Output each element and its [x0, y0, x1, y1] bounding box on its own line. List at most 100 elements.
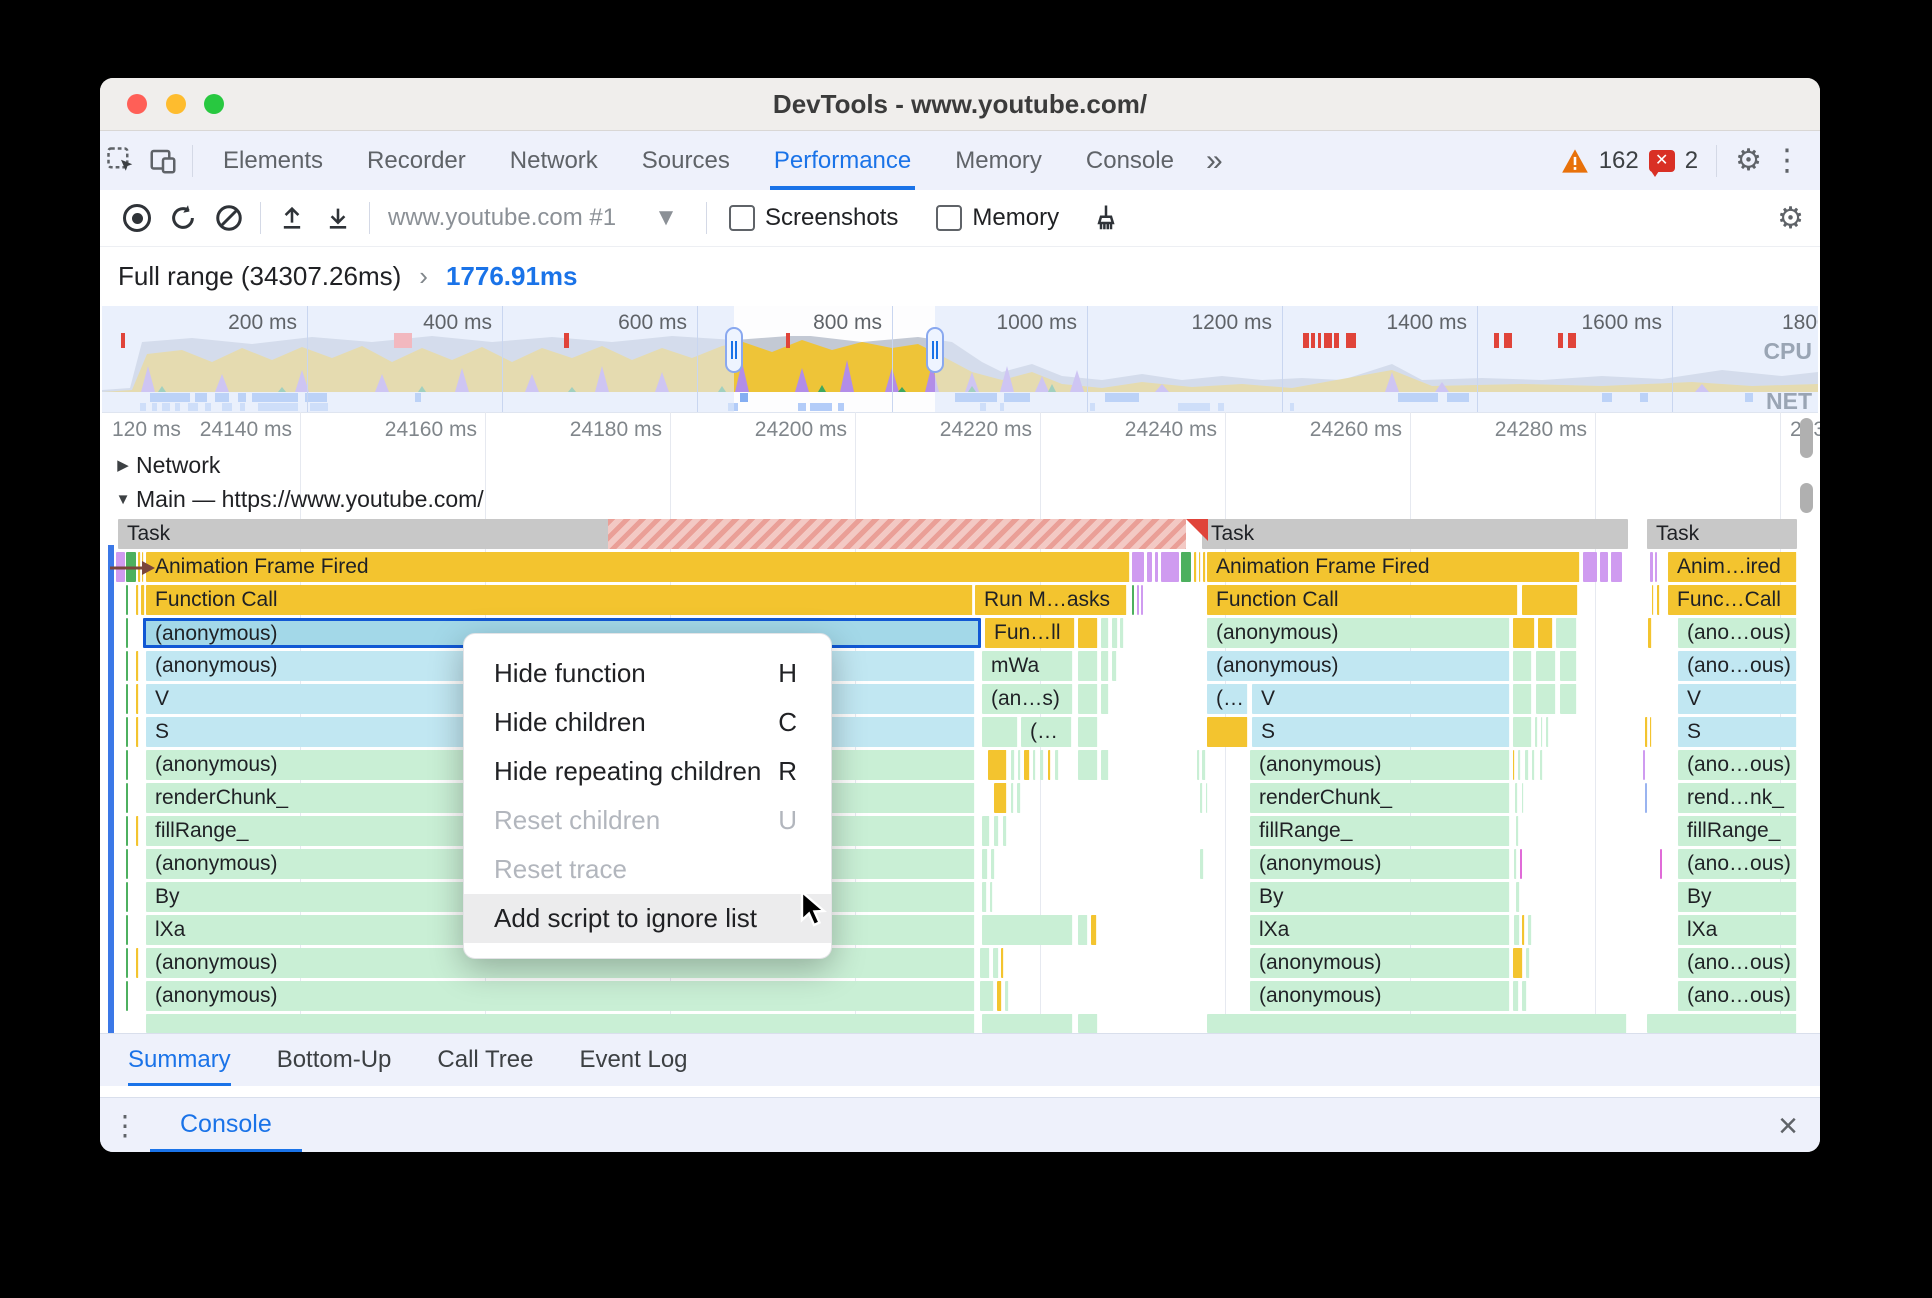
flame-bar-sliver[interactable]	[1078, 717, 1098, 747]
flame-bar-sliver[interactable]	[1513, 948, 1523, 978]
flame-bar-sliver[interactable]	[1522, 585, 1578, 615]
flame-bar-sliver[interactable]	[1207, 1014, 1627, 1033]
flame-bar[interactable]: (…	[1207, 684, 1248, 714]
flame-bar[interactable]: (ano…ous)	[1678, 651, 1797, 681]
flame-bar-sliver[interactable]	[1648, 618, 1652, 648]
flame-bar-sliver[interactable]	[1652, 585, 1654, 615]
device-toolbar-icon[interactable]	[146, 131, 180, 190]
timeline-overview[interactable]: 200 ms 400 ms 600 ms 800 ms 1000 ms 1200 ms 14…	[102, 306, 1818, 413]
kebab-menu-icon[interactable]: ⋮	[1772, 143, 1802, 178]
flame-bar-sliver[interactable]	[1078, 618, 1098, 648]
flame-bar-sliver[interactable]	[1514, 915, 1520, 945]
flame-bar-sliver[interactable]	[1645, 783, 1647, 813]
maximize-window-button[interactable]	[204, 94, 224, 114]
flame-bar-sliver[interactable]	[1024, 750, 1030, 780]
flame-bar-sliver[interactable]	[1514, 849, 1517, 879]
flame-bar-sliver[interactable]	[1611, 552, 1622, 582]
flame-bar[interactable]: Fun…ll	[985, 618, 1075, 648]
flame-bar-sliver[interactable]	[1078, 915, 1088, 945]
record-button[interactable]	[117, 198, 157, 238]
flame-bar-sliver[interactable]	[1120, 618, 1124, 648]
flame-bar-sliver[interactable]	[1645, 717, 1648, 747]
flame-bar-sliver[interactable]	[126, 849, 128, 879]
flame-bar[interactable]: lXa	[1250, 915, 1510, 945]
flame-bar-sliver[interactable]	[1003, 816, 1007, 846]
flame-bar-sliver[interactable]	[126, 783, 128, 813]
flame-bar-sliver[interactable]	[1078, 1014, 1098, 1033]
flame-bar-sliver[interactable]	[136, 717, 139, 747]
flame-bar[interactable]: V	[1252, 684, 1510, 714]
minimize-window-button[interactable]	[166, 94, 186, 114]
warning-icon[interactable]	[1561, 148, 1589, 174]
reload-and-record-button[interactable]	[163, 198, 203, 238]
flame-bar-sliver[interactable]	[1516, 882, 1520, 912]
flame-bar-sliver[interactable]	[1522, 783, 1524, 813]
flame-bar-sliver[interactable]	[1141, 585, 1143, 615]
flame-bar[interactable]: (anonymous)	[1250, 750, 1510, 780]
flame-bar-sliver[interactable]	[982, 1014, 1073, 1033]
menu-item-hide-repeating-children[interactable]: Hide repeating children R	[464, 747, 831, 796]
flame-bar-sliver[interactable]	[1207, 717, 1248, 747]
flame-bar-sliver[interactable]	[1017, 783, 1021, 813]
flame-bar-sliver[interactable]	[1200, 849, 1204, 879]
flame-bar[interactable]: Run M…asks	[975, 585, 1127, 615]
clear-recording-icon[interactable]	[209, 198, 249, 238]
flame-bar-sliver[interactable]	[1536, 651, 1556, 681]
tab-elements[interactable]: Elements	[219, 131, 327, 190]
flame-bar-sliver[interactable]	[994, 783, 1007, 813]
selected-range-crumb[interactable]: 1776.91ms	[446, 261, 578, 292]
capture-settings-gear-icon[interactable]: ⚙	[1777, 201, 1804, 236]
flame-bar[interactable]: Task	[1647, 519, 1797, 549]
tab-performance[interactable]: Performance	[770, 131, 915, 190]
flame-bar-sliver[interactable]	[1101, 684, 1109, 714]
flame-bar-sliver[interactable]	[1101, 651, 1109, 681]
flame-bar-sliver[interactable]	[1657, 585, 1660, 615]
flame-bar-sliver[interactable]	[1515, 783, 1518, 813]
flame-bar[interactable]: Function Call	[146, 585, 973, 615]
flame-bar-sliver[interactable]	[1078, 750, 1098, 780]
flame-bar[interactable]: lXa	[1678, 915, 1797, 945]
flame-bar-sliver[interactable]	[1206, 783, 1208, 813]
flame-bar-sliver[interactable]	[126, 684, 128, 714]
flame-bar-sliver[interactable]	[1600, 552, 1608, 582]
error-icon[interactable]: ✕	[1648, 149, 1675, 177]
flame-bar[interactable]: (ano…ous)	[1678, 981, 1797, 1011]
flame-bar-sliver[interactable]	[1546, 717, 1549, 747]
flame-bar[interactable]: Task	[1202, 519, 1628, 549]
flame-bar-sliver[interactable]	[1048, 750, 1051, 780]
network-track-header[interactable]: ▶ Network	[110, 450, 220, 480]
flame-bar-sliver[interactable]	[1137, 585, 1139, 615]
flame-bar[interactable]: Function Call	[1207, 585, 1518, 615]
flame-bar-sliver[interactable]	[126, 915, 128, 945]
flame-bar-sliver[interactable]	[1200, 783, 1203, 813]
flame-bar-sliver[interactable]	[136, 948, 139, 978]
flame-bar-sliver[interactable]	[1011, 783, 1014, 813]
flame-bar-sliver[interactable]	[1647, 1014, 1797, 1033]
tab-memory[interactable]: Memory	[951, 131, 1046, 190]
menu-item-add-script-to-ignore-list[interactable]: Add script to ignore list	[464, 894, 831, 943]
flame-bar-sliver[interactable]	[1513, 750, 1515, 780]
flame-bar-sliver[interactable]	[1001, 948, 1004, 978]
flame-bar-sliver[interactable]	[997, 981, 1002, 1011]
flame-bar[interactable]: Task	[118, 519, 1186, 549]
download-profile-icon[interactable]	[318, 198, 358, 238]
selection-handle-right[interactable]	[926, 327, 944, 373]
flame-bar-sliver[interactable]	[1197, 750, 1200, 780]
flame-bar-sliver[interactable]	[1556, 618, 1577, 648]
error-count[interactable]: 2	[1685, 147, 1698, 175]
flame-bar-sliver[interactable]	[980, 981, 994, 1011]
tab-console[interactable]: Console	[1082, 131, 1178, 190]
flame-bar-sliver[interactable]	[1011, 750, 1015, 780]
flame-bar[interactable]: Anim…ired	[1668, 552, 1797, 582]
flame-bar-sliver[interactable]	[1147, 552, 1152, 582]
flame-bar-sliver[interactable]	[1525, 750, 1529, 780]
flame-bar-sliver[interactable]	[982, 849, 988, 879]
flame-bar-sliver[interactable]	[126, 750, 128, 780]
flame-bar-sliver[interactable]	[1560, 684, 1577, 714]
collect-garbage-icon[interactable]	[1086, 198, 1126, 238]
flame-bar-sliver[interactable]	[126, 882, 128, 912]
flame-bar-sliver[interactable]	[126, 717, 128, 747]
flame-bar-sliver[interactable]	[136, 816, 139, 846]
flame-bar-sliver[interactable]	[1091, 915, 1097, 945]
flame-bar[interactable]: V	[1678, 684, 1797, 714]
